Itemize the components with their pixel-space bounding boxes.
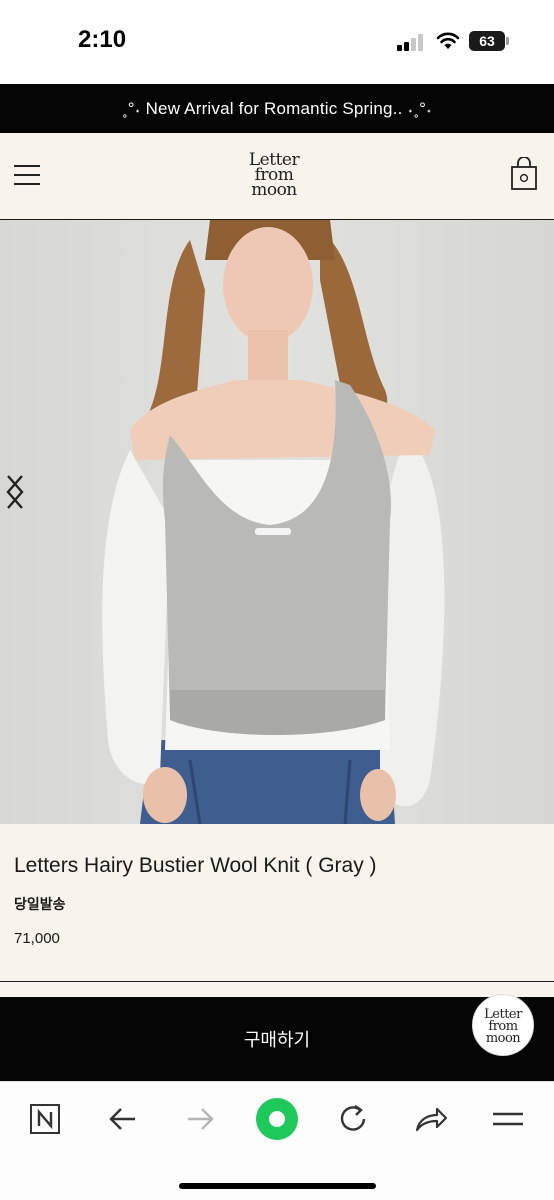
floating-brand-button[interactable]: Letter from moon <box>472 994 534 1056</box>
status-bar: 2:10 63 <box>0 0 554 84</box>
site-header: Letter from moon <box>0 133 554 220</box>
forward-icon[interactable] <box>180 1102 220 1136</box>
menu-icon[interactable] <box>488 1102 528 1136</box>
product-name: Letters Hairy Bustier Wool Knit ( Gray ) <box>14 854 377 877</box>
logo-line: moon <box>251 180 297 200</box>
battery-icon: 63 <box>469 31 509 51</box>
battery-level: 63 <box>469 31 505 51</box>
back-icon[interactable] <box>103 1102 143 1136</box>
product-image[interactable] <box>0 220 554 824</box>
buy-button-label: 구매하기 <box>243 1030 311 1051</box>
signal-icon <box>397 33 425 51</box>
browser-toolbar <box>0 1081 554 1200</box>
status-time: 2:10 <box>78 26 127 53</box>
product-info: Letters Hairy Bustier Wool Knit ( Gray )… <box>0 824 554 982</box>
announcement-bar[interactable]: ˳°˖ New Arrival for Romantic Spring.. ˖˳… <box>0 84 554 133</box>
brand-logo[interactable]: Letter from moon <box>237 152 311 200</box>
announcement-text: ˳°˖ New Arrival for Romantic Spring.. ˖˳… <box>121 98 433 118</box>
shipping-label: 당일발송 <box>14 897 66 913</box>
shopping-bag-icon[interactable] <box>510 157 538 191</box>
logo-line: moon <box>485 1031 521 1046</box>
chevron-right-icon[interactable] <box>0 472 30 512</box>
product-photo-illustration <box>102 220 445 824</box>
wifi-icon <box>436 32 460 49</box>
naver-icon[interactable] <box>26 1102 66 1136</box>
share-icon[interactable] <box>411 1102 451 1136</box>
home-indicator <box>179 1183 376 1189</box>
buy-button[interactable]: 구매하기 <box>0 997 554 1081</box>
refresh-icon[interactable] <box>334 1102 374 1136</box>
product-price: 71,000 <box>14 930 60 947</box>
green-dot-icon[interactable] <box>254 1096 300 1142</box>
hamburger-menu-icon[interactable] <box>14 163 42 187</box>
divider-strip <box>0 983 554 997</box>
